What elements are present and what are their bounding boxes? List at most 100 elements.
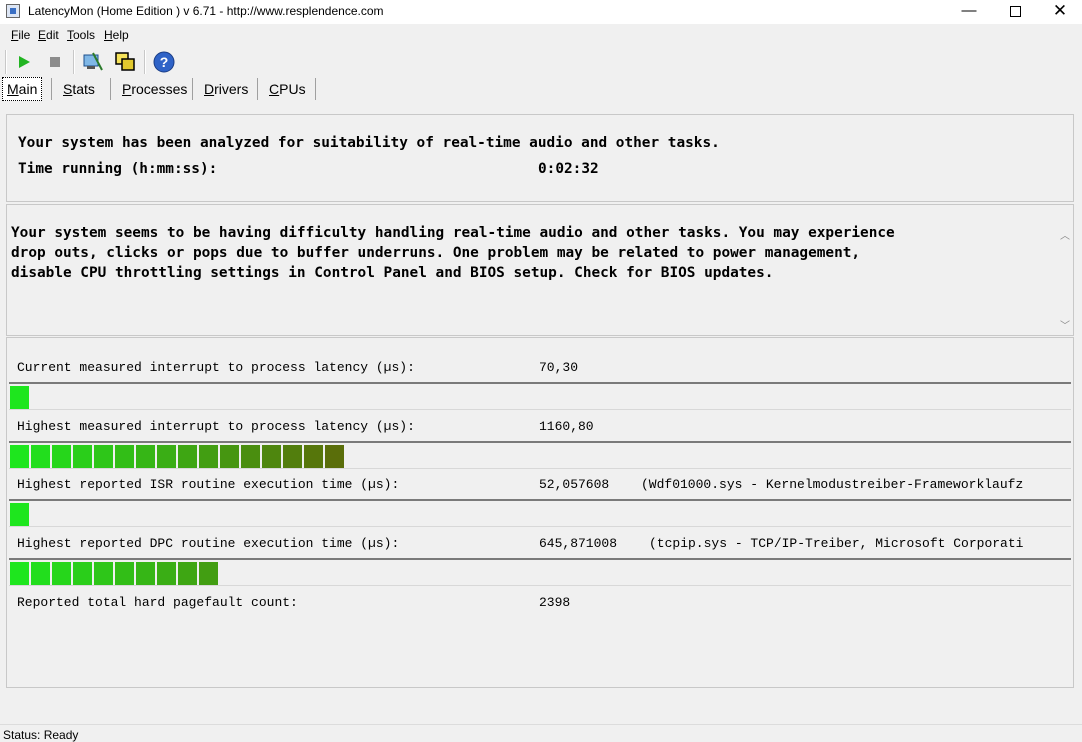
- menu-tools[interactable]: Tools: [67, 28, 95, 42]
- menu-file[interactable]: File: [11, 28, 30, 42]
- analyze-button[interactable]: [81, 50, 105, 74]
- verdict-line-1: Your system seems to be having difficult…: [11, 225, 895, 241]
- status-bar: Status: Ready: [0, 724, 1082, 742]
- stop-icon: [50, 57, 60, 67]
- current-latency-bar-fill: [10, 386, 31, 409]
- tab-stats-label: tats: [72, 81, 95, 97]
- isr-time-value: 52,057608: [539, 477, 610, 492]
- windows-icon: [115, 52, 135, 71]
- toolbar-separator: [73, 50, 75, 74]
- isr-time-bar-fill: [10, 503, 31, 526]
- tab-separator: [110, 78, 111, 100]
- close-button[interactable]: ✕: [1037, 0, 1082, 24]
- highest-latency-label: Highest measured interrupt to process la…: [17, 419, 415, 434]
- highest-latency-value: 1160,80: [539, 419, 594, 434]
- dpc-time-label: Highest reported DPC routine execution t…: [17, 536, 400, 551]
- bar-segment: [136, 445, 157, 468]
- time-running-value: 0:02:32: [538, 161, 599, 177]
- bar-segment: [10, 445, 31, 468]
- bar-segment: [31, 562, 52, 585]
- maximize-icon: [1009, 5, 1021, 17]
- isr-time-label: Highest reported ISR routine execution t…: [17, 477, 400, 492]
- dpc-time-value: 645,871008: [539, 536, 618, 551]
- maximize-button[interactable]: [992, 0, 1038, 24]
- dpc-time-bar: [9, 558, 1071, 586]
- current-latency-value: 70,30: [539, 360, 579, 375]
- menu-help[interactable]: Help: [104, 28, 129, 42]
- minimize-button[interactable]: —: [946, 0, 992, 24]
- menu-help-label: elp: [112, 28, 129, 42]
- bar-segment: [199, 445, 220, 468]
- tab-bar: Main Stats Processes Drivers CPUs: [0, 76, 1082, 102]
- bar-segment: [325, 445, 346, 468]
- pagefault-label: Reported total hard pagefault count:: [17, 595, 298, 610]
- menu-help-accelerator: H: [104, 28, 113, 42]
- analyze-icon: [83, 52, 103, 71]
- tab-stats[interactable]: Stats: [59, 78, 99, 100]
- menu-edit[interactable]: Edit: [38, 28, 59, 42]
- highest-latency-bar-fill: [10, 445, 346, 468]
- tab-separator: [192, 78, 193, 100]
- tab-separator: [257, 78, 258, 100]
- bar-segment: [52, 445, 73, 468]
- pagefault-value: 2398: [539, 595, 571, 610]
- bar-segment: [178, 445, 199, 468]
- window-title: LatencyMon (Home Edition ) v 6.71 - http…: [28, 4, 384, 18]
- bar-segment: [115, 562, 136, 585]
- tab-drivers[interactable]: Drivers: [200, 78, 252, 100]
- tab-cpus-accelerator: C: [269, 81, 280, 97]
- isr-driver-detail: (Wdf01000.sys - Kernelmodustreiber-Frame…: [641, 477, 1024, 492]
- bar-segment: [220, 445, 241, 468]
- tab-main[interactable]: Main: [2, 77, 43, 101]
- tab-stats-accelerator: S: [63, 81, 73, 97]
- analysis-message: Your system has been analyzed for suitab…: [18, 135, 720, 151]
- tab-separator: [51, 78, 52, 100]
- stop-button[interactable]: [43, 50, 67, 74]
- scroll-up-icon[interactable]: ︿: [1060, 227, 1070, 242]
- summary-panel: Your system has been analyzed for suitab…: [6, 114, 1074, 202]
- time-running-label: Time running (h:mm:ss):: [18, 161, 218, 177]
- bar-segment: [31, 445, 52, 468]
- verdict-line-2: drop outs, clicks or pops due to buffer …: [11, 245, 861, 261]
- isr-time-bar: [9, 499, 1071, 527]
- bar-segment: [199, 562, 220, 585]
- tab-processes[interactable]: Processes: [118, 78, 191, 100]
- start-button[interactable]: [12, 50, 36, 74]
- current-latency-label: Current measured interrupt to process la…: [17, 360, 415, 375]
- bar-segment: [241, 445, 262, 468]
- tab-main-label: ain: [18, 81, 38, 97]
- tab-cpus[interactable]: CPUs: [265, 78, 310, 100]
- tab-main-accelerator: M: [7, 81, 19, 97]
- menu-edit-accelerator: E: [38, 28, 47, 42]
- toolbar-grip: [5, 50, 7, 74]
- play-icon: [19, 56, 30, 68]
- dpc-driver-detail: (tcpip.sys - TCP/IP-Treiber, Microsoft C…: [649, 536, 1024, 551]
- tab-separator: [315, 78, 316, 100]
- menu-tools-label: ools: [73, 28, 96, 42]
- bar-segment: [52, 562, 73, 585]
- windows-button[interactable]: [113, 50, 137, 74]
- metrics-panel: Current measured interrupt to process la…: [6, 337, 1074, 688]
- bar-segment: [157, 562, 178, 585]
- tab-drivers-label: rivers: [214, 81, 249, 97]
- toolbar-separator: [144, 50, 146, 74]
- bar-segment: [73, 562, 94, 585]
- menu-bar: File Edit Tools Help: [0, 28, 1082, 44]
- bar-segment: [178, 562, 199, 585]
- current-latency-bar: [9, 382, 1071, 410]
- verdict-line-3: disable CPU throttling settings in Contr…: [11, 265, 774, 281]
- help-icon: ?: [153, 51, 175, 73]
- bar-segment: [283, 445, 304, 468]
- svg-text:?: ?: [160, 54, 169, 70]
- scroll-down-icon[interactable]: ﹀: [1060, 317, 1070, 332]
- bar-segment: [94, 445, 115, 468]
- tab-cpus-label: PUs: [279, 81, 306, 97]
- menu-file-label: ile: [18, 28, 31, 42]
- bar-segment: [10, 386, 31, 409]
- title-bar: LatencyMon (Home Edition ) v 6.71 - http…: [0, 0, 1082, 24]
- bar-segment: [157, 445, 178, 468]
- verdict-panel: Your system seems to be having difficult…: [6, 204, 1074, 336]
- help-button[interactable]: ?: [152, 50, 176, 74]
- tab-drivers-accelerator: D: [204, 81, 215, 97]
- menu-edit-label: dit: [46, 28, 59, 42]
